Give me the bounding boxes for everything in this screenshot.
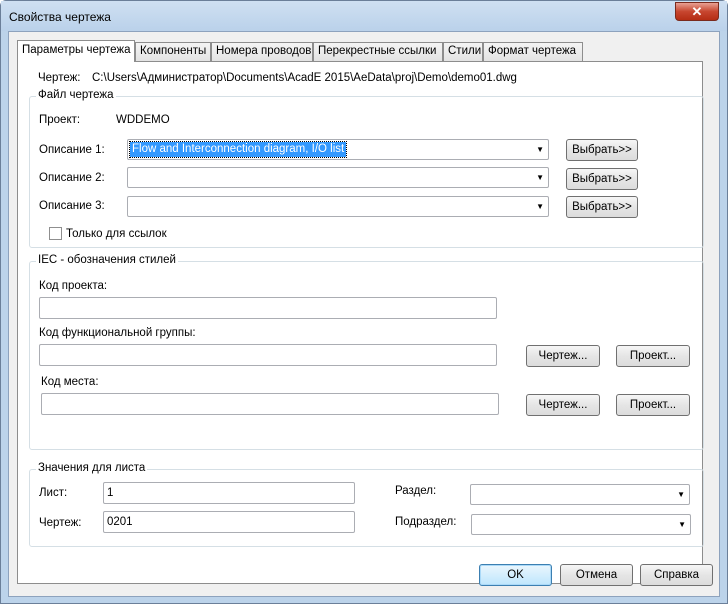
- help-button[interactable]: Справка: [640, 564, 713, 586]
- group-iec-style-title: IEC - обозначения стилей: [36, 254, 178, 266]
- location-project-button[interactable]: Проект...: [616, 394, 690, 416]
- project-code-input[interactable]: [39, 297, 497, 319]
- subsection-label: Подраздел:: [395, 516, 457, 528]
- tab-drawing-format[interactable]: Формат чертежа: [483, 42, 583, 61]
- description-2-label: Описание 2:: [39, 172, 105, 184]
- description-1-combo[interactable]: Flow and Interconnection diagram, I/O li…: [127, 139, 549, 160]
- sheet-label: Лист:: [39, 487, 68, 499]
- select-description-2-button[interactable]: Выбрать>>: [566, 168, 638, 190]
- sheet-input[interactable]: 1: [103, 482, 355, 504]
- subsection-value: [474, 517, 478, 532]
- close-button[interactable]: ✕: [675, 2, 719, 21]
- group-drawing-file: Файл чертежа Проект: WDDEMO Описание 1: …: [29, 89, 704, 248]
- close-icon: ✕: [691, 4, 703, 19]
- window-title: Свойства чертежа: [9, 10, 111, 24]
- group-iec-style: IEC - обозначения стилей Код проекта: Ко…: [29, 254, 704, 450]
- chevron-down-icon: ▼: [677, 490, 685, 499]
- chevron-down-icon: ▼: [536, 173, 544, 182]
- tab-drawing-settings[interactable]: Параметры чертежа: [17, 40, 135, 62]
- function-group-input[interactable]: [39, 344, 497, 366]
- group-drawing-file-title: Файл чертежа: [36, 89, 116, 101]
- location-drawing-button[interactable]: Чертеж...: [526, 394, 600, 416]
- section-combo[interactable]: ▼: [470, 484, 690, 505]
- reference-only-label: Только для ссылок: [66, 228, 167, 240]
- chevron-down-icon: ▼: [536, 145, 544, 154]
- location-code-input[interactable]: [41, 393, 499, 415]
- function-group-drawing-button[interactable]: Чертеж...: [526, 345, 600, 367]
- select-description-3-button[interactable]: Выбрать>>: [566, 196, 638, 218]
- description-3-value: [130, 199, 134, 214]
- description-1-value: Flow and Interconnection diagram, I/O li…: [128, 141, 348, 158]
- description-3-label: Описание 3:: [39, 200, 105, 212]
- description-2-value: [130, 170, 134, 185]
- sheet-drawing-label: Чертеж:: [39, 517, 82, 529]
- title-bar: Свойства чертежа ✕: [1, 1, 727, 31]
- description-2-combo[interactable]: ▼: [127, 167, 549, 188]
- tab-components[interactable]: Компоненты: [135, 42, 211, 61]
- chevron-down-icon: ▼: [536, 202, 544, 211]
- drawing-path-label: Чертеж:: [38, 72, 81, 84]
- sheet-drawing-input[interactable]: 0201: [103, 511, 355, 533]
- project-value: WDDEMO: [116, 114, 170, 126]
- drawing-path-value: C:\Users\Администратор\Documents\AcadE 2…: [92, 72, 517, 84]
- description-1-label: Описание 1:: [39, 144, 105, 156]
- section-value: [473, 487, 477, 502]
- project-label: Проект:: [39, 114, 81, 126]
- tab-wire-numbers[interactable]: Номера проводов: [211, 42, 313, 61]
- select-description-1-button[interactable]: Выбрать>>: [566, 139, 638, 161]
- chevron-down-icon: ▼: [678, 520, 686, 529]
- function-group-label: Код функциональной группы:: [39, 327, 196, 339]
- group-sheet-values-title: Значения для листа: [36, 462, 148, 474]
- ok-button[interactable]: OK: [479, 564, 552, 586]
- drawing-properties-dialog: Свойства чертежа ✕ Параметры чертежа Ком…: [0, 0, 728, 604]
- group-sheet-values: Значения для листа Лист: 1 Чертеж: 0201 …: [29, 462, 704, 547]
- reference-only-checkbox[interactable]: [49, 227, 62, 240]
- tab-styles[interactable]: Стили: [443, 42, 483, 61]
- project-code-label: Код проекта:: [39, 280, 108, 292]
- section-label: Раздел:: [395, 485, 437, 497]
- function-group-project-button[interactable]: Проект...: [616, 345, 690, 367]
- tab-panel-drawing-settings: Чертеж: C:\Users\Администратор\Documents…: [17, 61, 704, 584]
- tab-cross-references[interactable]: Перекрестные ссылки: [313, 42, 443, 61]
- location-code-label: Код места:: [41, 376, 99, 388]
- subsection-combo[interactable]: ▼: [471, 514, 691, 535]
- dialog-body: Параметры чертежа Компоненты Номера пров…: [8, 31, 720, 597]
- cancel-button[interactable]: Отмена: [560, 564, 633, 586]
- description-3-combo[interactable]: ▼: [127, 196, 549, 217]
